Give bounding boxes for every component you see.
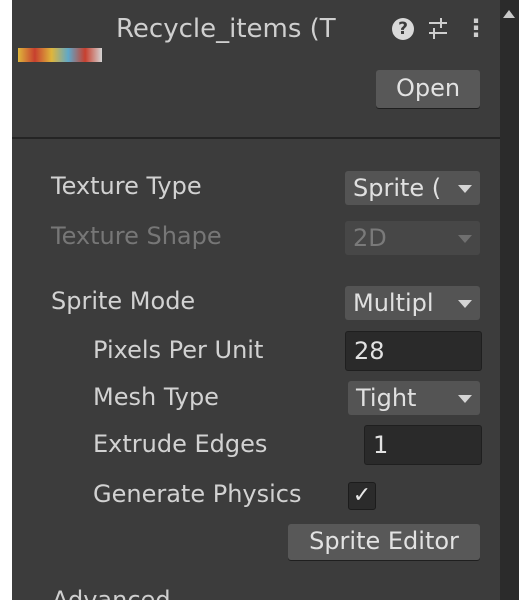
- generate-physics-checkbox[interactable]: ✓: [348, 482, 376, 510]
- pixels-per-unit-label: Pixels Per Unit: [93, 336, 264, 364]
- texture-shape-label: Texture Shape: [51, 222, 222, 250]
- mesh-type-dropdown[interactable]: Tight: [348, 381, 480, 415]
- pixels-per-unit-field[interactable]: 28: [345, 331, 482, 371]
- generate-physics-label: Generate Physics: [93, 480, 302, 508]
- asset-title: Recycle_items (T: [116, 14, 336, 44]
- texture-type-label: Texture Type: [51, 172, 202, 200]
- checkmark-icon: ✓: [352, 483, 372, 508]
- sprite-mode-label: Sprite Mode: [51, 287, 196, 315]
- mesh-type-label: Mesh Type: [93, 383, 219, 411]
- preset-sliders-icon[interactable]: [426, 16, 450, 44]
- chevron-down-icon: [458, 395, 472, 403]
- advanced-section-header[interactable]: Advanced: [52, 586, 171, 600]
- scroll-up-arrow-icon[interactable]: [503, 10, 515, 18]
- open-button[interactable]: Open: [376, 70, 480, 108]
- extrude-edges-field[interactable]: 1: [364, 425, 482, 465]
- inspector-panel: Recycle_items (T ? ⋮ Open Texture Type S…: [12, 0, 500, 600]
- chevron-down-icon: [458, 185, 472, 193]
- help-icon[interactable]: ?: [392, 18, 414, 40]
- mesh-type-value: Tight: [356, 384, 417, 412]
- pixels-per-unit-value: 28: [354, 337, 385, 365]
- sprite-mode-value: Multipl: [353, 289, 434, 317]
- chevron-down-icon: [458, 300, 472, 308]
- scrollbar[interactable]: [500, 0, 519, 600]
- extrude-edges-value: 1: [373, 431, 389, 459]
- sprite-editor-button[interactable]: Sprite Editor: [288, 524, 480, 560]
- chevron-down-icon: [458, 235, 472, 243]
- sprite-mode-dropdown[interactable]: Multipl: [345, 286, 480, 320]
- extrude-edges-label: Extrude Edges: [93, 430, 268, 458]
- header-divider: [12, 137, 500, 139]
- kebab-menu-icon[interactable]: ⋮: [464, 14, 488, 42]
- texture-shape-value: 2D: [353, 224, 387, 252]
- texture-preview-thumbnail: [18, 48, 102, 62]
- texture-shape-dropdown: 2D: [345, 221, 480, 255]
- texture-type-dropdown[interactable]: Sprite (: [345, 171, 480, 205]
- texture-type-value: Sprite (: [353, 174, 442, 202]
